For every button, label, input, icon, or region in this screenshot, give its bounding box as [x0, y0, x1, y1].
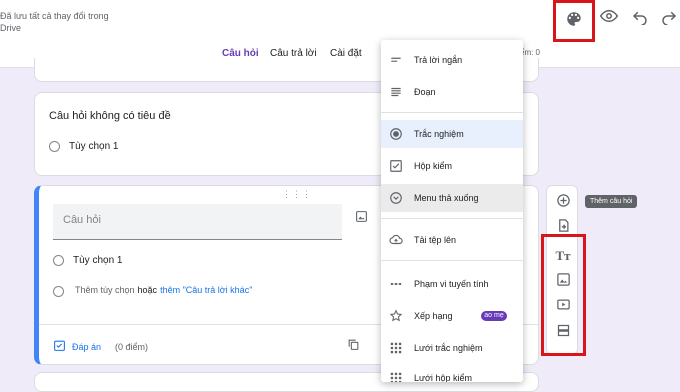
menu-item-label: Phạm vi tuyến tính — [414, 279, 489, 289]
menu-divider — [381, 260, 523, 261]
save-status-line1: Đã lưu tất cả thay đổi trong — [0, 11, 109, 21]
menu-item-label: Lưới hộp kiểm — [414, 373, 472, 382]
option-label[interactable]: Tùy chọn 1 — [73, 255, 122, 266]
drag-handle-icon[interactable]: ⋮⋮⋮ — [282, 189, 312, 200]
add-image-icon[interactable] — [355, 210, 368, 228]
grid-icon — [389, 341, 403, 355]
undo-icon — [631, 7, 649, 30]
radio-icon — [389, 127, 403, 141]
add-circle-icon — [556, 193, 571, 213]
checklist-icon — [53, 339, 66, 354]
redo-button[interactable] — [658, 7, 680, 29]
radio-button — [49, 141, 60, 152]
menu-item-label: Trả lời ngắn — [414, 55, 463, 65]
undo-button[interactable] — [629, 7, 651, 29]
menu-item-linear-scale[interactable]: Phạm vi tuyến tính — [381, 270, 523, 298]
points-label: (0 điểm) — [115, 341, 149, 352]
toolbar-highlight-box — [541, 234, 586, 356]
menu-item-short-answer[interactable]: Trả lời ngắn — [381, 46, 523, 74]
total-points: ểm: 0 — [520, 48, 541, 57]
menu-divider — [381, 112, 523, 113]
menu-item-checkbox-grid[interactable]: Lưới hộp kiểm — [381, 364, 523, 382]
menu-divider — [381, 218, 523, 219]
duplicate-icon[interactable] — [347, 338, 360, 356]
question-title[interactable]: Câu hỏi không có tiêu đề — [49, 110, 171, 122]
menu-item-label: Xếp hạng — [414, 311, 453, 321]
save-status: Đã lưu tất cả thay đổi trong Drive — [0, 10, 109, 34]
short-answer-icon — [389, 53, 403, 67]
menu-item-multiple-choice[interactable]: Trắc nghiệm — [381, 120, 523, 148]
radio-button — [53, 286, 64, 297]
grid-icon — [389, 371, 403, 382]
menu-item-label: Trắc nghiệm — [414, 129, 464, 139]
menu-item-file-upload[interactable]: Tải tệp lên — [381, 226, 523, 254]
star-icon — [389, 309, 403, 323]
menu-item-multiple-choice-grid[interactable]: Lưới trắc nghiệm — [381, 334, 523, 362]
upload-icon — [389, 233, 403, 247]
save-status-line2: Drive — [0, 23, 22, 33]
add-question-tooltip: Thêm câu hỏi — [585, 195, 638, 208]
option-label[interactable]: Tùy chọn 1 — [69, 141, 118, 152]
question-type-menu: Trả lời ngắn Đoạn Trắc nghiệm Hộp kiểm M… — [381, 40, 523, 382]
preview-button[interactable] — [598, 7, 620, 29]
redo-icon — [660, 7, 678, 30]
paragraph-icon — [389, 85, 403, 99]
add-question-button[interactable] — [553, 193, 573, 213]
add-option-link[interactable]: Thêm tùy chọn — [75, 285, 135, 295]
answer-key-button[interactable]: Đáp án (0 điểm) — [53, 339, 148, 354]
question-input[interactable]: Câu hỏi — [53, 204, 342, 240]
menu-item-paragraph[interactable]: Đoạn — [381, 78, 523, 106]
menu-item-label: Tải tệp lên — [414, 235, 457, 245]
radio-button — [53, 255, 64, 266]
menu-item-label: Hộp kiểm — [414, 161, 453, 171]
menu-item-label: Menu thả xuống — [414, 193, 479, 203]
checkbox-icon — [389, 159, 403, 173]
customize-theme-button[interactable] — [553, 0, 595, 42]
answer-key-label: Đáp án — [72, 341, 102, 352]
add-option-row: Thêm tùy chọn hoặc thêm "Câu trả lời khác" — [75, 285, 252, 295]
menu-item-label: Đoạn — [414, 87, 436, 97]
new-badge: ao mẹ — [481, 311, 507, 321]
menu-item-dropdown[interactable]: Menu thả xuống — [381, 184, 523, 212]
linear-scale-icon — [389, 277, 403, 291]
eye-icon — [599, 7, 619, 30]
dropdown-icon — [389, 191, 403, 205]
add-other-link[interactable]: thêm "Câu trả lời khác" — [160, 285, 252, 295]
menu-item-label: Lưới trắc nghiệm — [414, 343, 483, 353]
or-text: hoặc — [137, 285, 158, 295]
palette-icon — [565, 10, 583, 33]
menu-item-rating[interactable]: Xếp hạng ao mẹ — [381, 302, 523, 330]
menu-item-checkboxes[interactable]: Hộp kiểm — [381, 152, 523, 180]
